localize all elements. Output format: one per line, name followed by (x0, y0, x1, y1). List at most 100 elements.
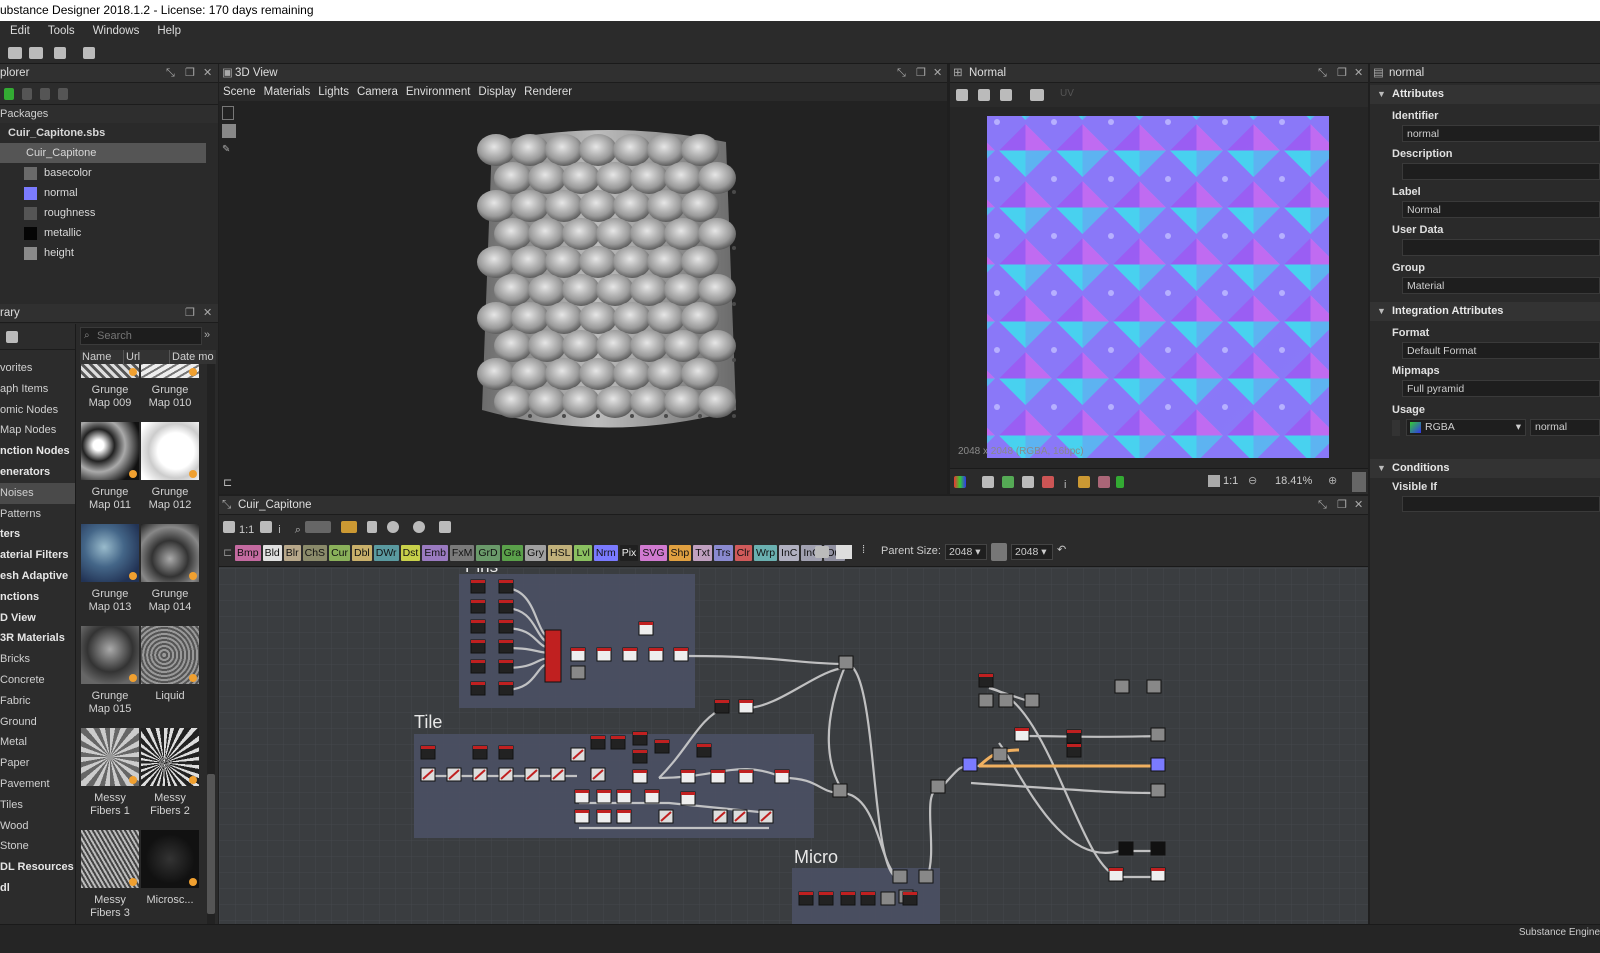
node-chip[interactable]: Pix (619, 545, 639, 561)
close-icon[interactable]: ✕ (1354, 496, 1363, 515)
output-item[interactable]: metallic (0, 223, 218, 243)
conditions-section[interactable]: Conditions (1370, 459, 1600, 478)
node-chip[interactable]: Nrm (593, 545, 618, 561)
node-icon[interactable] (386, 521, 399, 533)
fit-graph-icon[interactable] (223, 521, 235, 533)
node-chip[interactable]: Shp (668, 545, 692, 561)
close-icon[interactable]: ✕ (933, 64, 942, 83)
library-category[interactable]: D View (0, 608, 75, 629)
graph-node[interactable] (1150, 757, 1166, 772)
library-thumbnail[interactable] (81, 364, 139, 378)
graph-node[interactable] (1150, 841, 1166, 856)
graph-ratio[interactable]: 1:1 (239, 524, 254, 536)
info-icon[interactable]: i (278, 524, 280, 536)
library-category[interactable]: aterial Filters (0, 545, 75, 566)
menu-windows[interactable]: Windows (84, 21, 149, 42)
node-chip[interactable]: HSL (548, 545, 573, 561)
usage-select[interactable]: RGBA ▾ (1406, 419, 1526, 436)
zoom-in-icon[interactable]: ⊕ (1328, 474, 1337, 487)
expand-icon[interactable]: » (204, 329, 210, 341)
node-chip[interactable]: SVG (640, 545, 667, 561)
snap-icon[interactable] (304, 521, 331, 533)
library-category[interactable]: Stone (0, 836, 75, 857)
library-thumbnail[interactable] (141, 626, 199, 684)
library-category[interactable]: Map Nodes (0, 420, 75, 441)
console-icon[interactable]: ⊏ (223, 476, 232, 489)
graph-node[interactable] (992, 747, 1008, 762)
copy-image-icon[interactable] (978, 89, 990, 101)
library-thumbnail[interactable] (141, 524, 199, 582)
parent-size-select[interactable]: 2048 ▾ (945, 544, 987, 560)
color-icon[interactable] (1002, 476, 1014, 488)
attr-field[interactable]: Normal (1402, 201, 1600, 218)
zoom-out-icon[interactable]: ⊖ (1248, 474, 1257, 487)
output-item[interactable]: height (0, 243, 218, 261)
fit-icon[interactable] (1208, 475, 1220, 487)
col-name[interactable]: Name (80, 350, 124, 364)
library-category[interactable]: Bricks (0, 649, 75, 670)
lock-icon[interactable] (1352, 472, 1366, 492)
attr-field[interactable]: Material (1402, 277, 1600, 294)
menu-tools[interactable]: Tools (39, 21, 84, 42)
attributes-section[interactable]: Attributes (1370, 85, 1600, 104)
library-category[interactable]: Noises (0, 482, 75, 504)
menu-scene[interactable]: Scene (219, 83, 260, 101)
library-category[interactable]: vorites (0, 358, 75, 379)
menu-camera[interactable]: Camera (353, 83, 402, 101)
graph-node[interactable] (880, 891, 896, 906)
graph-canvas[interactable]: Pins Tile Micro (219, 568, 1368, 924)
node-chip[interactable]: Bmp (235, 545, 261, 561)
node-chip[interactable]: Bld (262, 545, 282, 561)
library-thumbnail[interactable] (81, 422, 139, 480)
graph-node[interactable] (1024, 693, 1040, 708)
pin-icon[interactable]: ⤡ (1318, 64, 1327, 83)
menu-display[interactable]: Display (474, 83, 520, 101)
usage-name-field[interactable]: normal (1530, 419, 1600, 436)
visible-if-field[interactable] (1402, 496, 1600, 512)
attr-field[interactable] (1402, 239, 1600, 256)
link-style-icon[interactable] (366, 521, 377, 533)
library-category[interactable]: Metal (0, 732, 75, 753)
color-picker-icon[interactable] (1098, 476, 1111, 488)
frame-icon[interactable] (260, 521, 273, 533)
undo-icon[interactable] (54, 47, 66, 59)
pin-node-icon[interactable]: ⁞ (862, 544, 865, 556)
library-thumbnail[interactable] (141, 364, 199, 378)
library-category[interactable]: dl (0, 878, 75, 899)
float-icon[interactable]: ❐ (185, 304, 195, 323)
float-icon[interactable]: ❐ (1337, 64, 1347, 83)
node-chip[interactable]: Blr (283, 545, 301, 561)
new-resource-icon[interactable] (58, 88, 68, 100)
library-thumbnail[interactable] (81, 830, 139, 888)
attr-field[interactable]: normal (1402, 125, 1600, 142)
graph-node[interactable] (1150, 727, 1166, 742)
library-settings-icon[interactable] (6, 331, 18, 343)
reset-icon[interactable]: ↶ (1057, 543, 1066, 556)
graph-node[interactable] (1118, 841, 1134, 856)
node-chip[interactable]: Trs (713, 545, 733, 561)
graph-node[interactable] (998, 693, 1014, 708)
node-chip[interactable]: Gry (525, 545, 547, 561)
graph-node[interactable] (544, 629, 562, 683)
link-size-icon[interactable] (991, 543, 1007, 561)
library-thumbnail[interactable] (81, 626, 139, 684)
node-chip[interactable]: Cur (329, 545, 350, 561)
library-category[interactable]: ters (0, 524, 75, 545)
library-category[interactable]: Pavement (0, 774, 75, 795)
library-category[interactable]: omic Nodes (0, 400, 75, 421)
comment-icon[interactable] (815, 546, 829, 558)
library-thumbnail[interactable] (141, 728, 199, 786)
attr-field[interactable] (1402, 163, 1600, 180)
attr-field[interactable]: Default Format (1402, 342, 1600, 359)
attr-field[interactable]: Full pyramid (1402, 380, 1600, 397)
integration-section[interactable]: Integration Attributes (1370, 302, 1600, 321)
select-tool-icon[interactable] (222, 106, 234, 120)
pin-icon[interactable]: ⤡ (166, 64, 175, 83)
graph-node[interactable] (570, 665, 586, 680)
output-item[interactable]: basecolor (0, 163, 218, 183)
library-category[interactable]: Patterns (0, 504, 75, 525)
close-icon[interactable]: ✕ (203, 64, 212, 83)
output-item[interactable]: roughness (0, 203, 218, 223)
connector-icon[interactable] (340, 521, 357, 533)
node-chip[interactable]: FxM (449, 545, 475, 561)
